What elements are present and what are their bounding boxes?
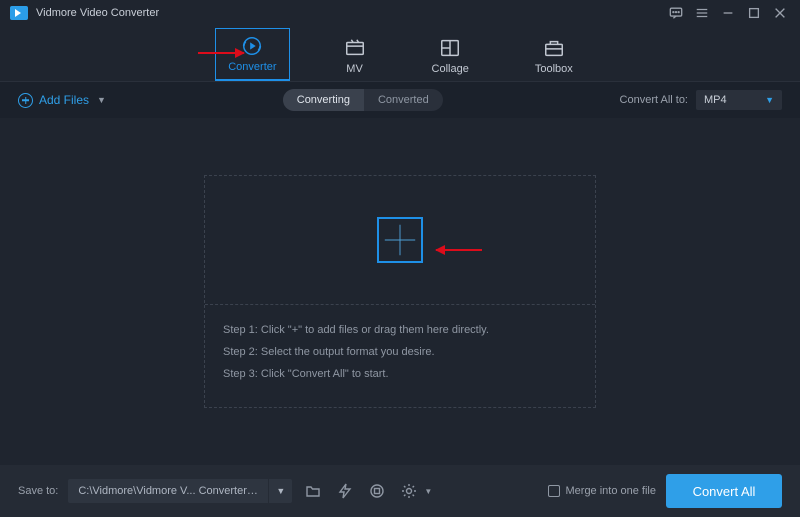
app-title: Vidmore Video Converter	[36, 7, 159, 19]
minimize-button[interactable]	[718, 3, 738, 23]
feedback-icon[interactable]	[666, 3, 686, 23]
chevron-down-icon: ▼	[765, 95, 774, 105]
plus-icon	[381, 221, 419, 259]
add-files-label: Add Files	[39, 93, 89, 107]
dropzone-upper	[205, 176, 595, 304]
tab-collage[interactable]: Collage	[420, 31, 481, 81]
instructions: Step 1: Click "+" to add files or drag t…	[205, 305, 595, 407]
tab-toolbox[interactable]: Toolbox	[523, 31, 585, 81]
tab-converting[interactable]: Converting	[283, 89, 364, 111]
chevron-down-icon: ▼	[97, 95, 106, 105]
add-file-box[interactable]	[377, 217, 423, 263]
step-3: Step 3: Click "Convert All" to start.	[223, 363, 577, 385]
tab-label: Converter	[228, 61, 276, 73]
save-path-dropdown[interactable]: ▼	[268, 479, 292, 503]
plus-circle-icon	[18, 93, 33, 108]
titlebar: Vidmore Video Converter	[0, 0, 800, 26]
tab-label: Toolbox	[535, 63, 573, 75]
format-select[interactable]: MP4 ▼	[696, 90, 782, 110]
tab-converter[interactable]: Converter	[215, 28, 289, 81]
convert-all-to-label: Convert All to:	[620, 94, 688, 106]
annotation-arrow	[198, 52, 244, 54]
status-tabs: Converting Converted	[283, 89, 443, 111]
tab-converted[interactable]: Converted	[364, 89, 443, 111]
tab-label: Collage	[432, 63, 469, 75]
settings-icon[interactable]	[398, 480, 420, 502]
close-button[interactable]	[770, 3, 790, 23]
merge-label: Merge into one file	[566, 485, 657, 497]
convert-all-to: Convert All to: MP4 ▼	[620, 90, 782, 110]
add-files-button[interactable]: Add Files ▼	[18, 93, 106, 108]
convert-all-button[interactable]: Convert All	[666, 474, 782, 508]
mv-icon	[344, 37, 366, 59]
tab-mv[interactable]: MV	[332, 31, 378, 81]
save-path-box: C:\Vidmore\Vidmore V... Converter\Conver…	[68, 479, 292, 503]
tab-label: MV	[346, 63, 363, 75]
merge-checkbox[interactable]: Merge into one file	[548, 485, 657, 497]
open-folder-icon[interactable]	[302, 480, 324, 502]
bottombar: Save to: C:\Vidmore\Vidmore V... Convert…	[0, 465, 800, 517]
format-selected-value: MP4	[704, 94, 727, 106]
main-area: Step 1: Click "+" to add files or drag t…	[0, 118, 800, 465]
step-2: Step 2: Select the output format you des…	[223, 341, 577, 363]
app-logo-icon	[10, 6, 28, 20]
save-path[interactable]: C:\Vidmore\Vidmore V... Converter\Conver…	[68, 485, 268, 497]
step-1: Step 1: Click "+" to add files or drag t…	[223, 319, 577, 341]
collage-icon	[439, 37, 461, 59]
menu-icon[interactable]	[692, 3, 712, 23]
annotation-arrow	[436, 249, 482, 251]
high-speed-icon[interactable]	[366, 480, 388, 502]
hardware-accel-icon[interactable]	[334, 480, 356, 502]
save-to-label: Save to:	[18, 485, 58, 497]
chevron-down-icon[interactable]: ▼	[424, 487, 432, 496]
toolbox-icon	[543, 37, 565, 59]
main-nav: Converter MV Collage Toolbox	[0, 26, 800, 82]
maximize-button[interactable]	[744, 3, 764, 23]
dropzone[interactable]: Step 1: Click "+" to add files or drag t…	[204, 175, 596, 408]
toolbar: Add Files ▼ Converting Converted Convert…	[0, 82, 800, 118]
checkbox-icon	[548, 485, 560, 497]
